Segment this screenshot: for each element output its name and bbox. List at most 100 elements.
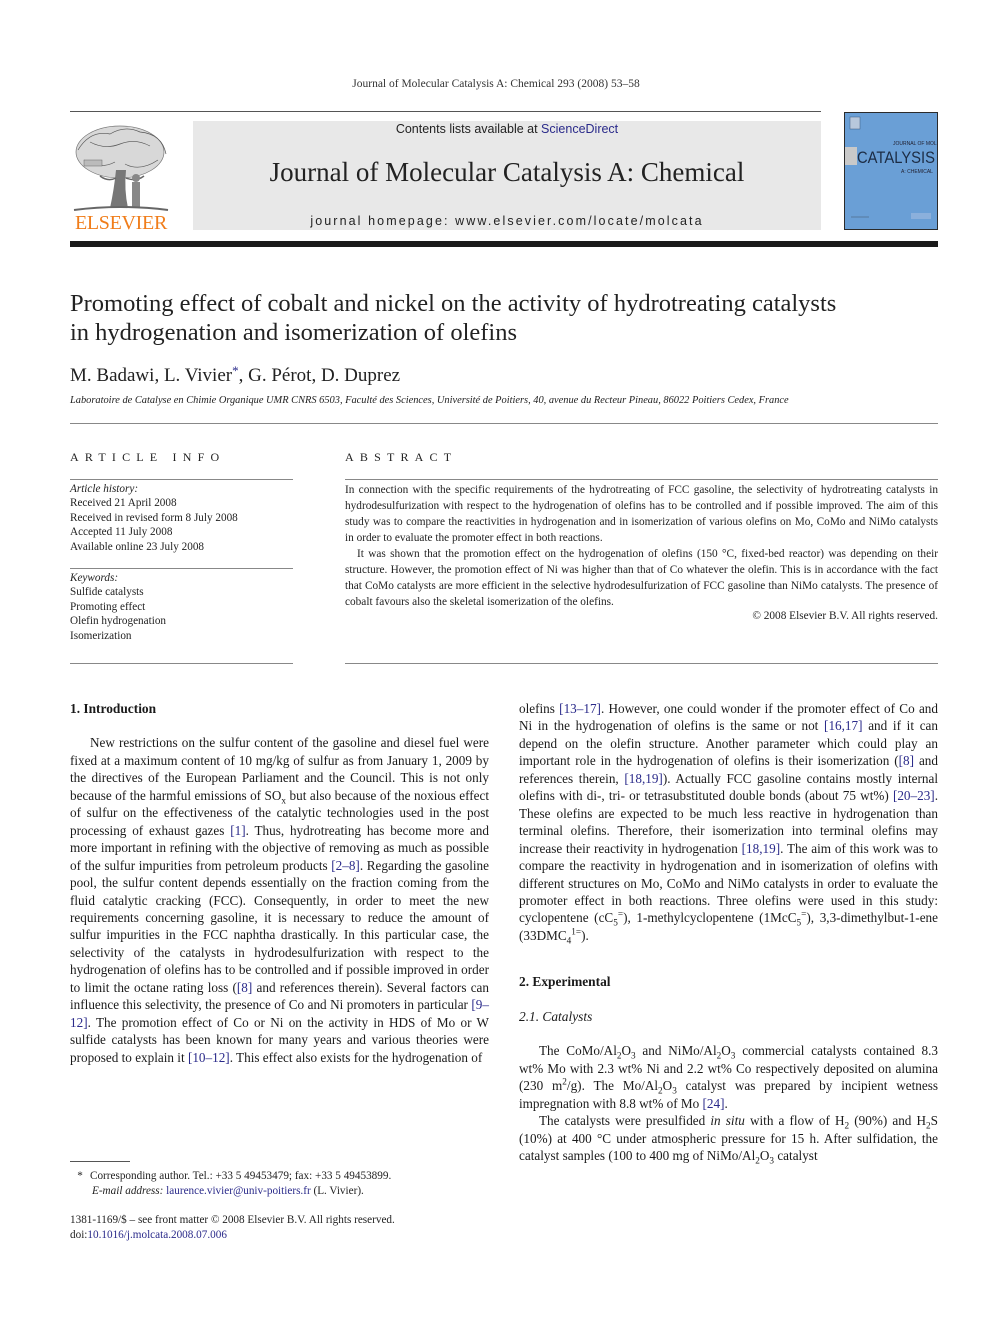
- article-title-line-1: Promoting effect of cobalt and nickel on…: [70, 290, 837, 317]
- author-name: L. Vivier: [163, 365, 233, 386]
- affiliation: Laboratoire de Catalyse en Chimie Organi…: [70, 395, 789, 406]
- abstract-heading: ABSTRACT: [345, 450, 458, 464]
- contents-available-line: Contents lists available at ScienceDirec…: [193, 122, 821, 136]
- italic-text: in situ: [710, 1113, 745, 1129]
- author-separator: ,: [311, 365, 321, 386]
- superscript: 2: [562, 1076, 567, 1087]
- doi-label: doi:: [70, 1228, 88, 1241]
- article-history-label: Article history:: [70, 483, 139, 495]
- subscript: 4: [566, 935, 572, 946]
- subscript: 2: [616, 1050, 622, 1061]
- footnote-divider: [70, 1161, 130, 1162]
- keywords-label: Keywords:: [70, 572, 119, 584]
- keywords: Keywords: Sulfide catalysts Promoting ef…: [70, 571, 300, 643]
- citation-link[interactable]: [13–17]: [559, 701, 601, 716]
- superscript: =: [801, 909, 807, 920]
- contents-prefix: Contents lists available at: [395, 122, 542, 136]
- citation-link[interactable]: [24]: [703, 1096, 725, 1111]
- author-separator: ,: [238, 365, 249, 386]
- journal-homepage-line: journal homepage: www.elsevier.com/locat…: [193, 214, 821, 228]
- corresponding-author-note: Corresponding author. Tel.: +33 5 494534…: [90, 1170, 392, 1182]
- abstract-bottom-divider: [345, 663, 938, 664]
- subscript: 2: [716, 1050, 722, 1061]
- article-title: Promoting effect of cobalt and nickel on…: [70, 289, 950, 347]
- abstract-divider: [345, 479, 938, 480]
- subscript: x: [281, 795, 287, 806]
- citation-link[interactable]: [16,17]: [824, 718, 862, 733]
- author-name: G. Pérot: [248, 365, 312, 386]
- subscript: 2: [844, 1120, 850, 1131]
- body-column-left: 1. Introduction New restrictions on the …: [70, 700, 489, 1066]
- abstract-copyright: © 2008 Elsevier B.V. All rights reserved…: [752, 610, 938, 622]
- cover-top-text: JOURNAL OF MOLECULAR: [893, 141, 937, 147]
- superscript: =: [617, 909, 624, 920]
- subscript: 2: [926, 1120, 931, 1131]
- keyword-item: Olefin hydrogenation: [70, 615, 167, 628]
- abstract-body: In connection with the specific requirem…: [345, 482, 938, 624]
- subscript: 3: [769, 1155, 775, 1166]
- subscript: 3: [730, 1050, 736, 1061]
- keywords-divider: [70, 568, 293, 569]
- author-name: M. Badawi: [70, 365, 155, 386]
- keyword-item: Promoting effect: [70, 600, 146, 613]
- body-paragraph: The catalysts were presulfided in situ w…: [519, 1113, 939, 1166]
- masthead-thick-divider: [70, 241, 938, 247]
- sciencedirect-link[interactable]: ScienceDirect: [541, 122, 618, 136]
- cover-sub-text: A: CHEMICAL: [901, 169, 933, 175]
- history-item: Accepted 11 July 2008: [70, 526, 173, 539]
- subscript: 5: [796, 918, 802, 929]
- body-paragraph: olefins [13–17]. However, one could wond…: [519, 701, 939, 946]
- header-divider: [70, 111, 821, 112]
- section-heading-experimental: 2. Experimental: [519, 974, 611, 990]
- email-link[interactable]: laurence.vivier@univ-poitiers.fr: [166, 1185, 311, 1197]
- keyword-item: Sulfide catalysts: [70, 586, 144, 599]
- footnote: * Corresponding author. Tel.: +33 5 49453…: [70, 1169, 500, 1198]
- citation-link[interactable]: [1]: [230, 823, 245, 838]
- body-column-right: olefins [13–17]. However, one could wond…: [519, 700, 939, 1166]
- email-label: E-mail address:: [92, 1184, 167, 1197]
- citation-link[interactable]: [18,19]: [742, 841, 780, 856]
- affiliation-divider: [70, 423, 938, 424]
- subscript: 2: [755, 1155, 760, 1166]
- subsection-heading-catalysts: 2.1. Catalysts: [519, 1008, 593, 1024]
- doi-link[interactable]: 10.1016/j.molcata.2008.07.006: [87, 1229, 227, 1241]
- email-suffix: (L. Vivier).: [310, 1184, 364, 1197]
- article-title-line-2: in hydrogenation and isomerization of ol…: [70, 319, 518, 346]
- article-info-heading: ARTICLE INFO: [70, 450, 226, 464]
- cover-main-text: CATALYSIS: [857, 148, 935, 167]
- citation-link[interactable]: [9–12]: [70, 997, 489, 1029]
- keyword-item: Isomerization: [70, 629, 132, 642]
- subscript: 5: [613, 918, 618, 929]
- footnote-mark: *: [77, 1170, 83, 1182]
- issn-line: 1381-1169/$ – see front matter © 2008 El…: [70, 1214, 395, 1226]
- journal-cover-art-icon: JOURNAL OF MOLECULAR CATALYSIS A: CHEMIC…: [845, 116, 937, 219]
- elsevier-wordmark[interactable]: ELSEVIER: [70, 212, 172, 235]
- citation-link[interactable]: [8]: [899, 753, 914, 768]
- subscript: 3: [631, 1050, 636, 1061]
- citation-link[interactable]: [20–23]: [893, 788, 935, 803]
- body-paragraph: The CoMo/Al2O3 and NiMo/Al2O3 commercial…: [519, 1043, 938, 1111]
- superscript: 1=: [571, 926, 582, 937]
- history-item: Received 21 April 2008: [70, 497, 177, 510]
- article-info-divider: [70, 479, 293, 480]
- subscript: 3: [672, 1085, 677, 1096]
- homepage-label: journal homepage:: [310, 214, 456, 228]
- author-separator: ,: [154, 365, 164, 386]
- history-item: Received in revised form 8 July 2008: [70, 511, 238, 524]
- author-list: M. Badawi, L. Vivier*, G. Pérot, D. Dupr…: [70, 363, 400, 387]
- subscript: 2: [658, 1085, 663, 1096]
- homepage-url[interactable]: www.elsevier.com/locate/molcata: [455, 214, 704, 228]
- citation-link[interactable]: [8]: [237, 980, 252, 995]
- front-matter: 1381-1169/$ – see front matter © 2008 El…: [70, 1213, 500, 1242]
- running-header: Journal of Molecular Catalysis A: Chemic…: [352, 78, 640, 90]
- citation-link[interactable]: [10–12]: [188, 1050, 230, 1065]
- journal-cover-thumbnail[interactable]: JOURNAL OF MOLECULAR CATALYSIS A: CHEMIC…: [844, 112, 938, 230]
- abstract-paragraph: In connection with the specific requirem…: [345, 484, 938, 544]
- article-info-bottom-divider: [70, 663, 293, 664]
- citation-link[interactable]: [2–8]: [331, 858, 360, 873]
- citation-link[interactable]: [18,19]: [624, 771, 662, 786]
